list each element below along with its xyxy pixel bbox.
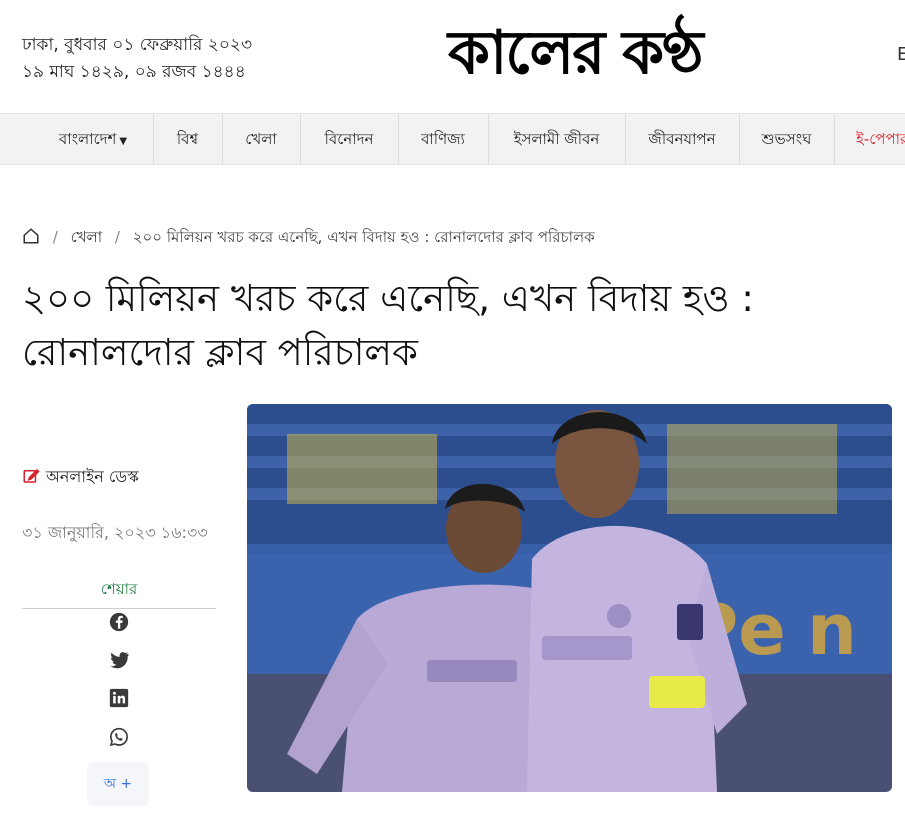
- breadcrumb-separator: /: [114, 228, 120, 246]
- facebook-icon[interactable]: [107, 610, 131, 634]
- breadcrumb-section[interactable]: খেলা: [71, 228, 102, 246]
- edition-switch[interactable]: E: [897, 44, 905, 65]
- published-date: ৩১ জানুয়ারি, ২০২৩ ১৬:৩৩: [22, 523, 208, 542]
- home-icon[interactable]: [22, 227, 40, 249]
- date-line-bangla-hijri: ১৯ মাঘ ১৪২৯, ০৯ রজব ১৪৪৪: [22, 62, 246, 82]
- nav-item-shuvosongho[interactable]: শুভসংঘ: [739, 114, 834, 164]
- header-date: ঢাকা, বুধবার ০১ ফেব্রুয়ারি ২০২৩ ১৯ মাঘ …: [22, 32, 252, 86]
- nav-item-sports[interactable]: খেলা: [222, 114, 300, 164]
- svg-text:n: n: [807, 589, 857, 671]
- nav-item-world[interactable]: বিশ্ব: [153, 114, 222, 164]
- linkedin-icon[interactable]: [107, 686, 131, 710]
- nav-item-entertainment[interactable]: বিনোদন: [300, 114, 398, 164]
- article-headline: ২০০ মিলিয়ন খরচ করে এনেছি, এখন বিদায় হও…: [22, 277, 754, 374]
- date-line-gregorian: ঢাকা, বুধবার ০১ ফেব্রুয়ারি ২০২৩: [22, 35, 253, 55]
- breadcrumb-separator: /: [52, 228, 58, 246]
- breadcrumb-current: ২০০ মিলিয়ন খরচ করে এনেছি, এখন বিদায় হও…: [132, 228, 595, 246]
- nav-item-epaper[interactable]: ই-পেপার: [834, 114, 905, 164]
- font-size-button[interactable]: অ +: [87, 762, 149, 806]
- site-logo[interactable]: কালের কণ্ঠ: [448, 18, 704, 88]
- article-photo: Pe n: [247, 404, 892, 792]
- author-line[interactable]: অনলাইন ডেস্ক: [22, 464, 139, 491]
- photo-illustration: Pe n: [247, 404, 892, 792]
- author-name: অনলাইন ডেস্ক: [46, 467, 139, 486]
- nav-item-lifestyle[interactable]: জীবনযাপন: [625, 114, 739, 164]
- main-nav: বাংলাদেশ ▼ বিশ্ব খেলা বিনোদন বাণিজ্য ইসলা…: [0, 113, 905, 165]
- twitter-icon[interactable]: [107, 648, 131, 672]
- share-label: শেয়ার: [22, 578, 216, 609]
- whatsapp-icon[interactable]: [107, 725, 131, 749]
- caret-down-icon: ▼: [119, 136, 128, 147]
- nav-label: বাংলাদেশ: [58, 130, 117, 148]
- nav-item-islamic-life[interactable]: ইসলামী জীবন: [488, 114, 625, 164]
- edit-icon: [23, 468, 40, 483]
- breadcrumb: / খেলা / ২০০ মিলিয়ন খরচ করে এনেছি, এখন …: [22, 226, 595, 251]
- nav-item-bangladesh[interactable]: বাংলাদেশ ▼: [52, 114, 134, 164]
- nav-item-business[interactable]: বাণিজ্য: [398, 114, 488, 164]
